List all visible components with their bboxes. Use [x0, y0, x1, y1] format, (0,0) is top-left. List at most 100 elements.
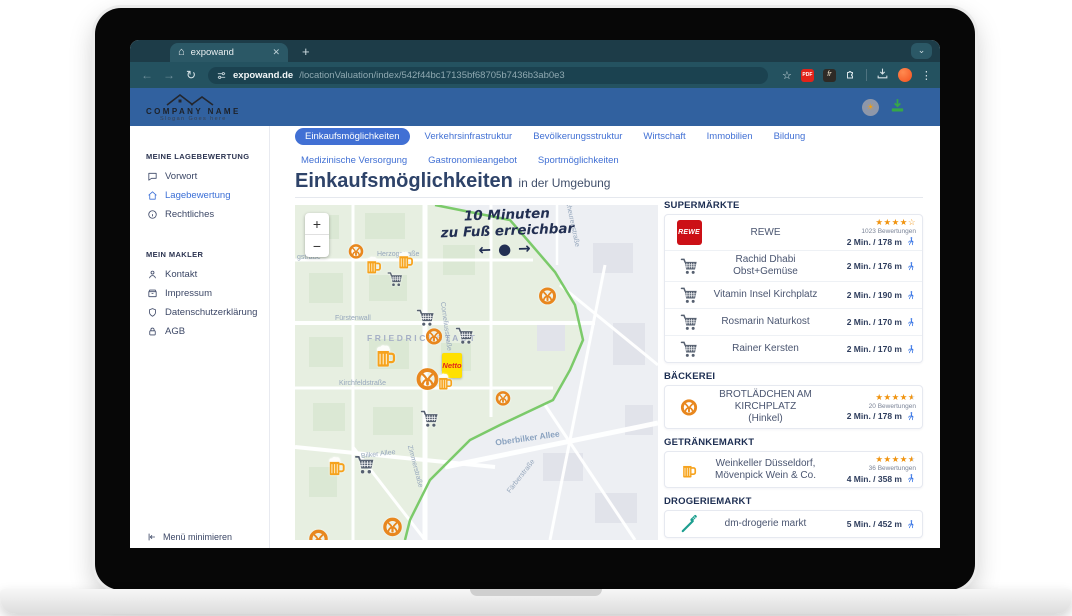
- sidebar-section-title: MEIN MAKLER: [146, 250, 269, 259]
- cart-marker[interactable]: [454, 325, 475, 346]
- bubble-icon: [147, 171, 158, 182]
- cart-marker[interactable]: [386, 270, 404, 288]
- home-icon: [147, 190, 158, 201]
- sidebar-item-rechtliches[interactable]: Rechtliches: [130, 205, 269, 224]
- sidebar-item-label: Vorwort: [165, 171, 197, 182]
- beer-marker[interactable]: [395, 250, 416, 271]
- new-tab-button[interactable]: +: [302, 44, 310, 59]
- sidebar-item-vorwort[interactable]: Vorwort: [130, 167, 269, 186]
- walking-icon: [906, 473, 916, 484]
- sidebar-item-datenschutzerklärung[interactable]: Datenschutzerklärung: [130, 303, 269, 322]
- place-row[interactable]: Vitamin Insel Kirchplatz 2 Min. / 190 m: [665, 281, 922, 308]
- extensions-puzzle-icon[interactable]: [845, 68, 857, 83]
- panel-section-title: SUPERMÄRKTE: [664, 200, 923, 211]
- menu-kebab-icon[interactable]: ⋮: [921, 69, 932, 82]
- fr-extension-icon[interactable]: fr: [823, 69, 836, 82]
- walking-icon: [906, 317, 916, 328]
- forward-icon[interactable]: →: [158, 68, 180, 82]
- bookmark-star-icon[interactable]: ☆: [782, 69, 792, 82]
- downloads-icon[interactable]: [876, 67, 889, 83]
- place-row[interactable]: dm-drogerie markt 5 Min. / 452 m: [665, 511, 922, 537]
- title-divider: [295, 197, 923, 198]
- pretzel-marker[interactable]: [537, 285, 558, 306]
- sidebar-item-impressum[interactable]: Impressum: [130, 284, 269, 303]
- sidebar-item-agb[interactable]: AGB: [130, 322, 269, 341]
- place-row[interactable]: REWE REWE ★★★★☆1023 Bewertungen2 Min. / …: [665, 215, 922, 250]
- cart-marker[interactable]: [415, 307, 436, 328]
- place-row[interactable]: Rosmarin Naturkost 2 Min. / 170 m: [665, 308, 922, 335]
- places-panel: SUPERMÄRKTE REWE REWE ★★★★☆1023 Bewertung…: [664, 200, 923, 538]
- browser-tab[interactable]: ⌂ expowand ✕: [170, 43, 288, 62]
- reload-icon[interactable]: ↻: [180, 68, 202, 82]
- tab-immobilien[interactable]: Immobilien: [701, 128, 759, 145]
- sidebar-item-kontakt[interactable]: Kontakt: [130, 265, 269, 284]
- sidebar-nav: MEINE LAGEBEWERTUNGVorwortLagebewertungR…: [130, 126, 270, 548]
- cart-icon: [679, 285, 699, 305]
- tab-search-chevron-icon[interactable]: ⌄: [911, 43, 932, 59]
- map-zoom-control: + −: [305, 213, 329, 257]
- laptop-screen: ⌂ expowand ✕ + ⌄ ← → ↻ expowand.de/locat…: [95, 8, 975, 590]
- review-count: 36 Bewertungen: [869, 465, 916, 472]
- pretzel-marker[interactable]: [494, 389, 512, 407]
- cart-marker[interactable]: [419, 408, 440, 429]
- url-domain: expowand.de: [233, 70, 293, 81]
- pretzel-marker[interactable]: [381, 515, 404, 538]
- panel-card: REWE REWE ★★★★☆1023 Bewertungen2 Min. / …: [664, 214, 923, 363]
- box-icon: [147, 288, 158, 299]
- tab-gastronomieangebot[interactable]: Gastronomieangebot: [422, 152, 523, 169]
- browser-tabstrip: ⌂ expowand ✕ + ⌄: [130, 40, 940, 62]
- roofline-icon: [164, 93, 222, 106]
- back-icon[interactable]: ←: [136, 68, 158, 82]
- sidebar-item-label: Lagebewertung: [165, 190, 231, 201]
- panel-section-title: DROGERIEMARKT: [664, 496, 923, 507]
- zoom-out-button[interactable]: −: [305, 235, 329, 257]
- cart-marker[interactable]: [353, 453, 376, 476]
- place-row[interactable]: BROTLÄDCHEN AM KIRCHPLATZ(Hinkel) ★★★★★2…: [665, 386, 922, 428]
- beer-marker[interactable]: [372, 343, 399, 370]
- browser-window: ⌂ expowand ✕ + ⌄ ← → ↻ expowand.de/locat…: [130, 40, 940, 548]
- place-distance: 2 Min. / 178 m: [847, 236, 916, 247]
- tab-wirtschaft[interactable]: Wirtschaft: [637, 128, 691, 145]
- tab-medizinische-versorgung[interactable]: Medizinische Versorgung: [295, 152, 413, 169]
- tab-einkaufsmöglichkeiten[interactable]: Einkaufsmöglichkeiten: [295, 128, 410, 145]
- collapse-arrow-icon: [147, 532, 157, 542]
- profile-avatar[interactable]: [898, 68, 912, 82]
- beer-marker[interactable]: [363, 255, 384, 276]
- sidebar-item-lagebewertung[interactable]: Lagebewertung: [130, 186, 269, 205]
- panel-section-title: BÄCKEREI: [664, 371, 923, 382]
- pdf-extension-icon[interactable]: PDF: [801, 69, 814, 82]
- tab-verkehrsinfrastruktur[interactable]: Verkehrsinfrastruktur: [419, 128, 519, 145]
- map[interactable]: gstraßeHerzogstraßeFürstenwallFRIEDRICHS…: [295, 205, 658, 540]
- beer-marker[interactable]: [435, 372, 455, 392]
- panel-section-title: GETRÄNKEMARKT: [664, 437, 923, 448]
- tab-close-icon[interactable]: ✕: [272, 47, 280, 58]
- beer-marker[interactable]: [325, 455, 348, 478]
- sidebar-item-label: Impressum: [165, 288, 212, 299]
- place-name: Rosmarin Naturkost: [707, 316, 824, 328]
- download-report-icon[interactable]: [889, 97, 906, 117]
- tab-sportmöglichkeiten[interactable]: Sportmöglichkeiten: [532, 152, 625, 169]
- place-row[interactable]: Rachid Dhabi Obst+Gemüse 2 Min. / 176 m: [665, 250, 922, 281]
- panel-card: Weinkeller Düsseldorf,Mövenpick Wein & C…: [664, 451, 923, 488]
- tab-bevölkerungsstruktur[interactable]: Bevölkerungsstruktur: [527, 128, 628, 145]
- map-annotation: 10 Minuten zu Fuß erreichbar ←●→: [414, 205, 601, 261]
- zoom-in-button[interactable]: +: [305, 213, 329, 235]
- url-bar[interactable]: expowand.de/locationValuation/index/542f…: [208, 67, 768, 84]
- sidebar-item-label: Rechtliches: [165, 209, 214, 220]
- cart-icon: [679, 312, 699, 332]
- pretzel-marker[interactable]: [424, 326, 444, 346]
- netto-marker[interactable]: Netto: [442, 353, 462, 373]
- pretzel-icon: [679, 397, 699, 417]
- theme-sun-icon[interactable]: ☀: [862, 99, 879, 116]
- place-distance: 2 Min. / 190 m: [847, 290, 916, 301]
- tab-bildung[interactable]: Bildung: [768, 128, 812, 145]
- browser-toolbar: ← → ↻ expowand.de/locationValuation/inde…: [130, 62, 940, 88]
- site-settings-icon[interactable]: [216, 70, 227, 81]
- place-row[interactable]: Rainer Kersten 2 Min. / 170 m: [665, 335, 922, 362]
- pretzel-marker[interactable]: [307, 527, 330, 540]
- home-favicon-icon: ⌂: [178, 47, 185, 58]
- menu-collapse-button[interactable]: Menü minimieren: [147, 535, 232, 538]
- app-header: COMPANY NAME Slogan Goes here ☀: [130, 88, 940, 126]
- star-rating: ★★★★★: [875, 393, 916, 402]
- place-row[interactable]: Weinkeller Düsseldorf,Mövenpick Wein & C…: [665, 452, 922, 487]
